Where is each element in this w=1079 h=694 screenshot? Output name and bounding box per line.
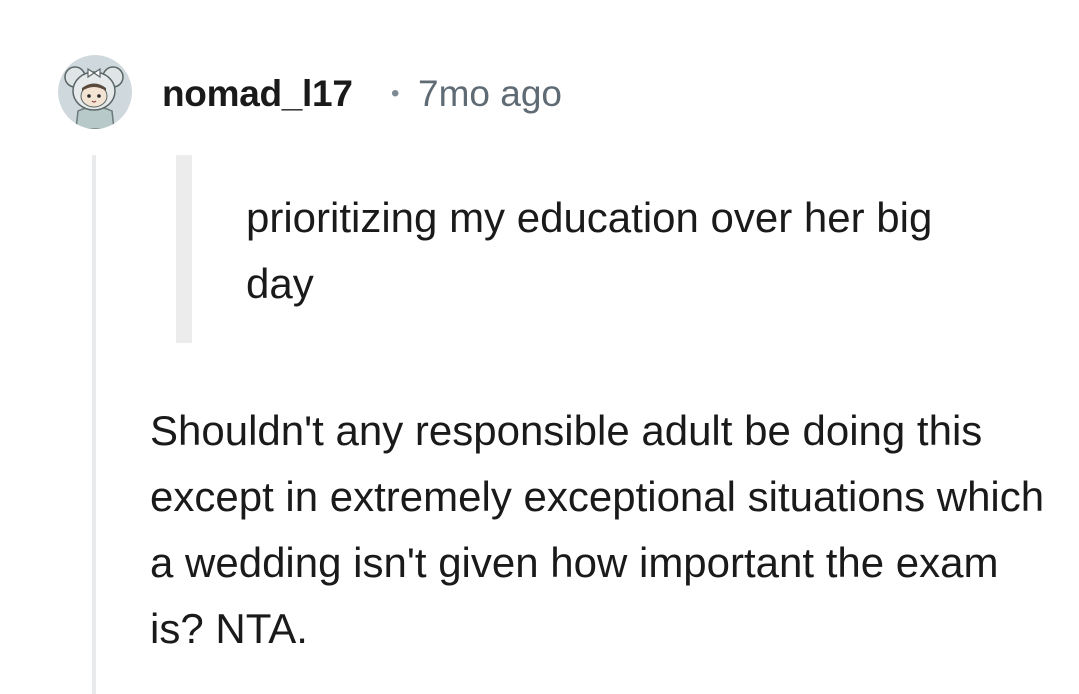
meta-separator: • (391, 80, 400, 107)
quoted-text: prioritizing my education over her big d… (246, 194, 933, 307)
thread-line[interactable] (92, 155, 96, 694)
user-avatar[interactable] (58, 55, 132, 129)
quote-bar (176, 155, 192, 343)
comment-body: Shouldn't any responsible adult be doing… (150, 407, 1045, 652)
comment-timestamp: 7mo ago (418, 73, 562, 114)
author-username[interactable]: nomad_l17 (162, 72, 353, 116)
koala-avatar-icon (58, 55, 132, 129)
comment: nomad_l17 • 7mo ago prioritizing my educ… (0, 0, 1079, 694)
